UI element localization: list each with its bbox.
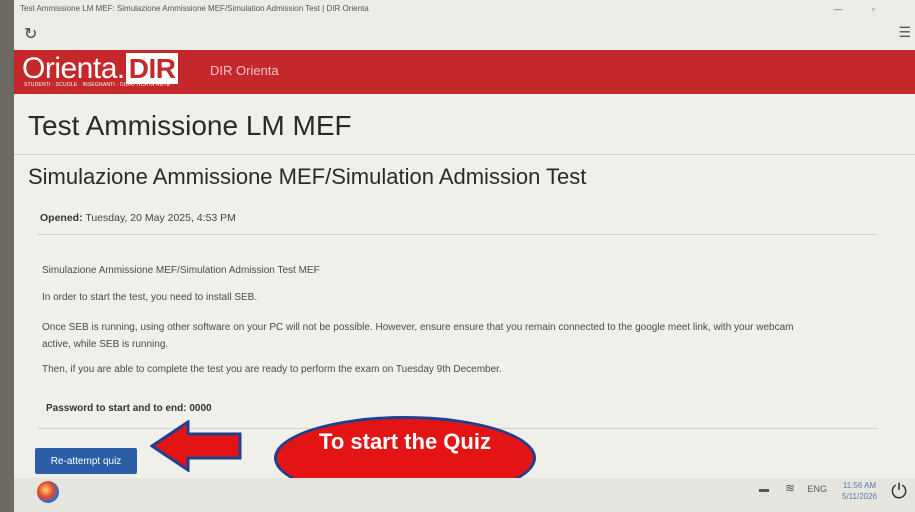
reload-icon[interactable]: ↻ xyxy=(24,24,37,44)
reattempt-quiz-button[interactable]: Re-attempt quiz xyxy=(35,448,137,474)
browser-toolbar: ↻ ☰ xyxy=(14,18,915,50)
left-arrow-annotation xyxy=(150,420,242,472)
start-button-icon[interactable] xyxy=(37,481,59,503)
language-indicator[interactable]: ENG xyxy=(807,484,827,494)
opened-label: Opened: xyxy=(40,212,83,224)
wifi-icon[interactable]: ≋ xyxy=(785,481,795,495)
arrow-shape xyxy=(150,420,242,472)
logo-tagline: STUDENTI · SCUOLE · INSEGNANTI · DIDATTI… xyxy=(24,82,171,88)
opened-value: Tuesday, 20 May 2025, 4:53 PM xyxy=(85,212,236,224)
divider xyxy=(14,154,915,155)
seb-install-paragraph: In order to start the test, you need to … xyxy=(42,292,258,303)
window-titlebar: Test Ammissione LM MEF: Simulazione Ammi… xyxy=(14,0,915,18)
clock-date: 5/11/2026 xyxy=(842,492,877,501)
quiz-title: Simulazione Ammissione MEF/Simulation Ad… xyxy=(28,164,587,189)
window-title: Test Ammissione LM MEF: Simulazione Ammi… xyxy=(20,4,369,13)
hamburger-menu-icon[interactable]: ☰ xyxy=(898,24,911,41)
intro-paragraph: Simulazione Ammissione MEF/Simulation Ad… xyxy=(42,265,320,276)
clock[interactable]: 11:56 AM 5/11/2026 xyxy=(842,480,877,502)
password-text: Password to start and to end: 0000 xyxy=(46,403,212,414)
site-header: Orienta. DIR STUDENTI · SCUOLE · INSEGNAN… xyxy=(14,50,915,94)
seb-running-paragraph: Once SEB is running, using other softwar… xyxy=(42,322,794,350)
logo-dot: . xyxy=(116,52,125,85)
orienta-dir-logo[interactable]: Orienta. DIR STUDENTI · SCUOLE · INSEGNAN… xyxy=(22,52,179,88)
logo-text: Orienta xyxy=(22,52,117,85)
page-title: Test Ammissione LM MEF xyxy=(28,110,352,141)
taskbar: ▬ ≋ ENG 11:56 AM 5/11/2026 ⏻ xyxy=(14,478,915,512)
restore-icon[interactable]: ▫ xyxy=(872,0,875,18)
divider xyxy=(38,234,878,235)
battery-icon[interactable]: ▬ xyxy=(759,484,769,495)
site-brand-link[interactable]: DIR Orienta xyxy=(210,63,279,78)
opened-date: Opened: Tuesday, 20 May 2025, 4:53 PM xyxy=(40,212,236,224)
exam-date-paragraph: Then, if you are able to complete the te… xyxy=(42,364,502,375)
power-icon[interactable]: ⏻ xyxy=(891,481,907,504)
minimize-icon[interactable]: — xyxy=(834,0,843,18)
logo-dir: DIR xyxy=(125,53,179,84)
clock-time: 11:56 AM xyxy=(842,481,877,490)
